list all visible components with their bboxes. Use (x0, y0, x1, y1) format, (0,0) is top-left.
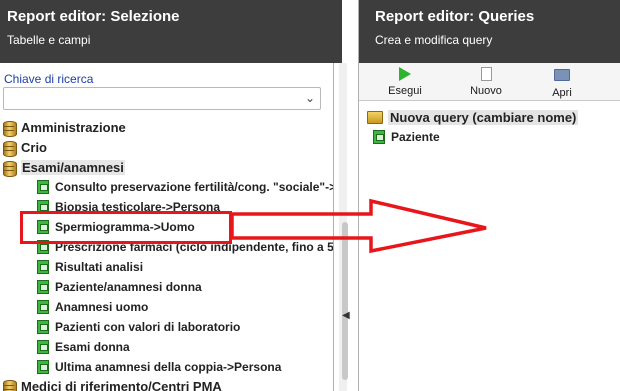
tree-node-label: Crio (21, 140, 47, 155)
table-icon (373, 130, 385, 144)
tree-node-label: Esami/anamnesi (21, 160, 125, 175)
new-query-button-label: Nuovo (470, 85, 502, 97)
tree-node-label: Risultati analisi (55, 260, 144, 274)
selection-panel-subtitle: Tabelle e campi (7, 33, 91, 47)
database-icon (3, 140, 17, 157)
query-root-label: Nuova query (cambiare nome) (388, 110, 579, 125)
new-document-icon (456, 67, 516, 83)
open-folder-icon (532, 69, 592, 85)
search-key-select[interactable]: ⌄ (3, 87, 321, 110)
database-icon (3, 379, 17, 391)
tree-node-pazienti-laboratorio[interactable]: Pazienti con valori di laboratorio (37, 320, 240, 334)
new-query-button[interactable]: Nuovo (456, 66, 516, 98)
search-key-label: Chiave di ricerca (4, 72, 94, 86)
run-button-label: Esegui (388, 85, 422, 97)
tree-node-label: Ultima anamnesi della coppia->Persona (55, 360, 282, 374)
table-icon (37, 320, 49, 334)
play-icon (375, 67, 435, 83)
query-child-label: Paziente (391, 130, 440, 144)
tree-node-esami-anamnesi[interactable]: Esami/anamnesi (3, 160, 125, 177)
table-icon (37, 300, 49, 314)
queries-panel: Report editor: Queries Crea e modifica q… (359, 0, 620, 391)
chevron-down-icon[interactable]: ⌄ (305, 91, 315, 105)
tree-node-risultati[interactable]: Risultati analisi (37, 260, 143, 274)
folder-icon (367, 111, 383, 124)
queries-panel-subtitle: Crea e modifica query (375, 33, 493, 47)
queries-panel-title: Report editor: Queries (375, 8, 535, 25)
tree-node-label: Amministrazione (21, 120, 126, 135)
selection-panel-header: Report editor: Selezione Tabelle e campi (0, 0, 333, 63)
tree-node-crio[interactable]: Crio (3, 140, 47, 157)
tree-node-consulto[interactable]: Consulto preservazione fertilità/cong. "… (37, 180, 333, 194)
highlight-box (20, 211, 232, 244)
database-icon (3, 160, 17, 177)
tree-node-label: Anamnesi uomo (55, 300, 149, 314)
tree-node-anamnesi-uomo[interactable]: Anamnesi uomo (37, 300, 148, 314)
tree-node-label: Paziente/anamnesi donna (55, 280, 202, 294)
tree-node-paziente-anamnesi[interactable]: Paziente/anamnesi donna (37, 280, 202, 294)
collapse-arrow-icon[interactable]: ◀ (342, 310, 350, 321)
query-root-node[interactable]: Nuova query (cambiare nome) (367, 110, 579, 125)
drag-arrow-annotation (230, 198, 487, 254)
table-icon (37, 180, 49, 194)
tree-node-label: Consulto preservazione fertilità/cong. "… (55, 180, 333, 194)
open-query-button-label: Apri (552, 87, 572, 99)
tree-node-esami-donna[interactable]: Esami donna (37, 340, 130, 354)
open-query-button[interactable]: Apri (532, 66, 592, 99)
table-icon (37, 340, 49, 354)
database-icon (3, 120, 17, 137)
table-icon (37, 260, 49, 274)
tree-node-label: Pazienti con valori di laboratorio (55, 320, 241, 334)
splitter-header (333, 0, 342, 63)
tree-node-amministrazione[interactable]: Amministrazione (3, 120, 126, 137)
tree-node-medici[interactable]: Medici di riferimento/Centri PMA (3, 379, 222, 391)
run-button[interactable]: Esegui (375, 66, 435, 98)
queries-toolbar: Esegui Nuovo Apri (359, 63, 620, 101)
tree-node-ultima-anamnesi[interactable]: Ultima anamnesi della coppia->Persona (37, 360, 281, 374)
queries-panel-header: Report editor: Queries Crea e modifica q… (359, 0, 620, 63)
selection-panel-title: Report editor: Selezione (7, 8, 180, 25)
query-child-node-paziente[interactable]: Paziente (373, 130, 440, 144)
table-icon (37, 360, 49, 374)
table-icon (37, 280, 49, 294)
selection-panel: Report editor: Selezione Tabelle e campi… (0, 0, 333, 391)
tree-node-label: Medici di riferimento/Centri PMA (21, 379, 222, 391)
tree-node-label: Esami donna (55, 340, 130, 354)
